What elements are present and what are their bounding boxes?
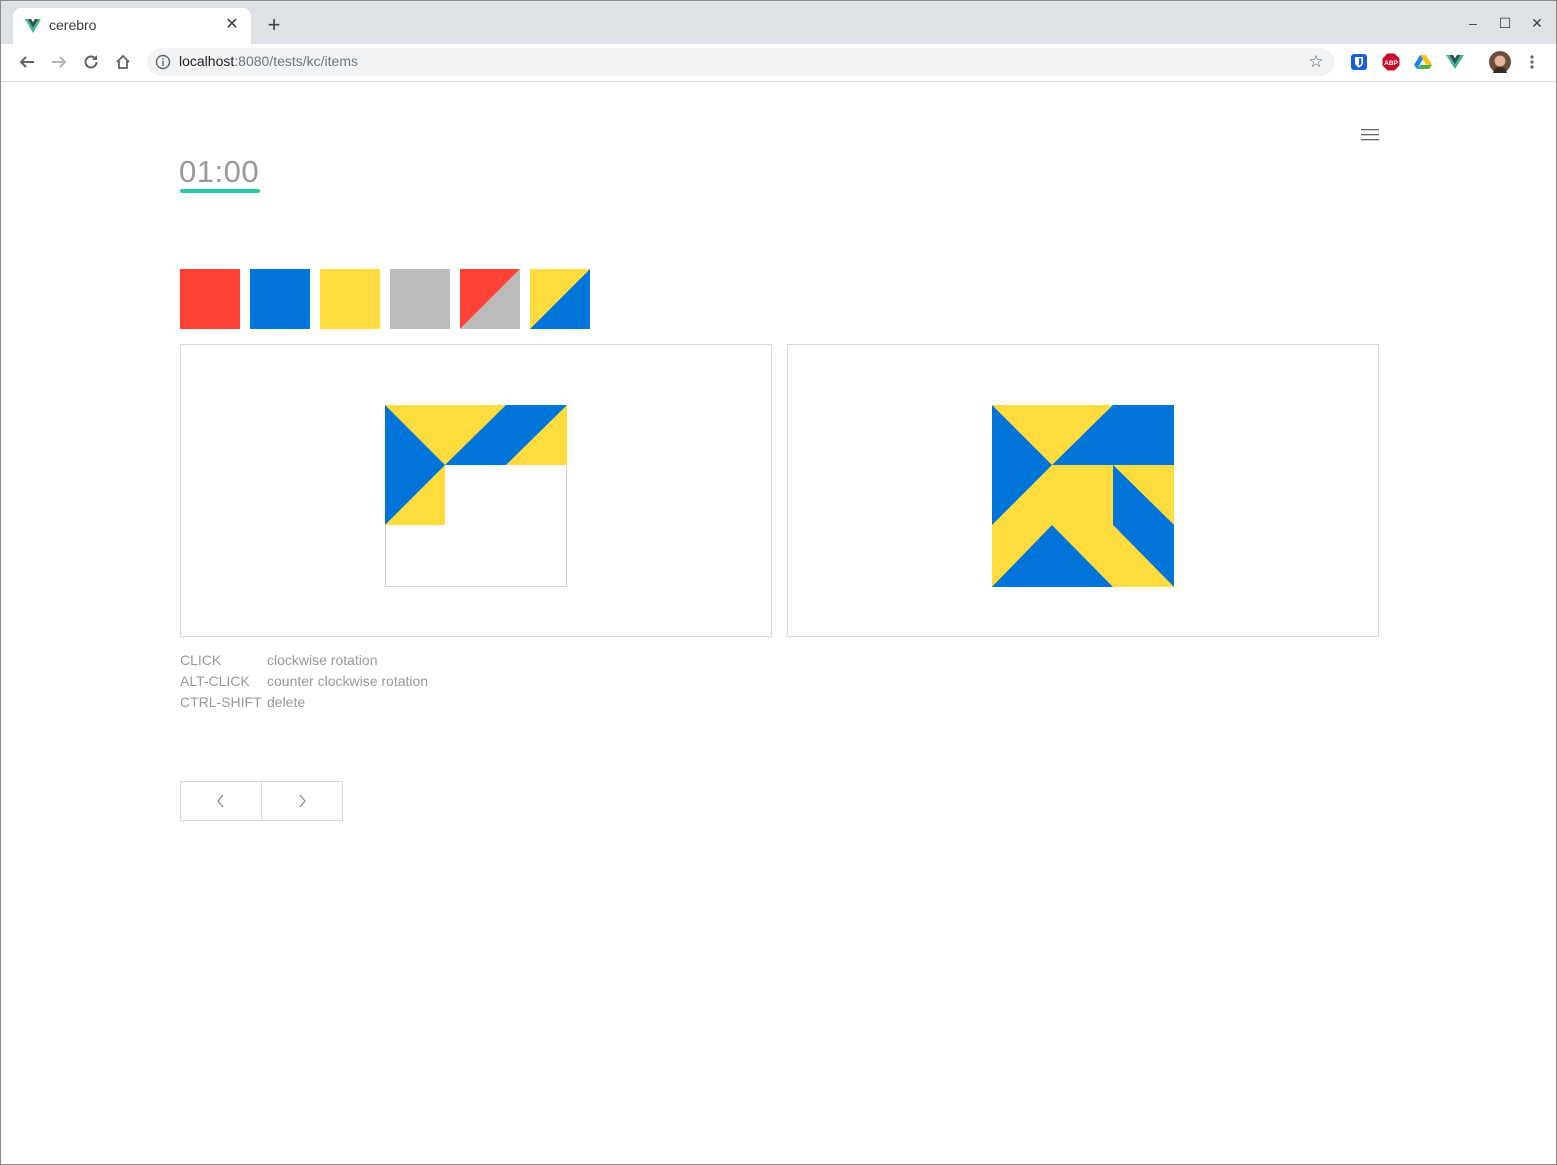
tile-blue[interactable] <box>250 269 310 329</box>
arrow-right-icon <box>52 56 67 68</box>
legend-action: delete <box>267 694 306 710</box>
url-text: localhost:8080/tests/kc/items <box>179 53 358 69</box>
bitwarden-icon[interactable] <box>1350 53 1368 71</box>
tab-bar: cerebro ✕ + – ☐ ✕ <box>1 1 1556 44</box>
controls-legend: CLICK clockwise rotation ALT-CLICK count… <box>180 650 428 713</box>
browser-toolbar: localhost:8080/tests/kc/items ☆ ABP <box>1 44 1556 82</box>
address-bar[interactable]: localhost:8080/tests/kc/items ☆ <box>147 48 1335 76</box>
arrow-left-icon <box>19 56 34 68</box>
countdown-timer: 01:00 <box>179 154 260 189</box>
abp-label: ABP <box>1384 60 1398 67</box>
google-drive-icon[interactable] <box>1414 53 1432 71</box>
timer-underline <box>180 189 260 193</box>
workspace-panel <box>180 344 772 637</box>
target-pattern <box>992 405 1174 587</box>
legend-action: counter clockwise rotation <box>267 673 429 689</box>
profile-avatar-icon[interactable] <box>1489 51 1511 73</box>
legend-row: CLICK clockwise rotation <box>180 650 428 671</box>
pagination <box>180 781 343 821</box>
forward-button[interactable] <box>46 49 72 75</box>
previous-button[interactable] <box>181 782 261 820</box>
next-button[interactable] <box>261 782 342 820</box>
new-tab-button[interactable]: + <box>263 14 285 37</box>
home-icon <box>116 54 130 69</box>
workspace-tile-0-2[interactable] <box>506 405 567 465</box>
adblock-plus-icon[interactable]: ABP <box>1382 53 1400 71</box>
back-button[interactable] <box>14 49 40 75</box>
tab-title: cerebro <box>49 17 97 33</box>
kebab-menu-icon[interactable] <box>1525 52 1539 74</box>
workspace-tile-1-0[interactable] <box>385 465 445 525</box>
tile-palette <box>180 269 590 329</box>
legend-key: CLICK <box>180 652 222 668</box>
tile-red-gray-diagonal[interactable] <box>460 269 520 329</box>
reload-icon <box>84 55 98 69</box>
tile-gray[interactable] <box>390 269 450 329</box>
tile-yellow[interactable] <box>320 269 380 329</box>
page-content: 01:00 CLICK clockwise rotation ALT-CLICK… <box>1 82 1556 1164</box>
legend-row: CTRL-SHIFT delete <box>180 692 428 713</box>
workspace-tile-0-1[interactable] <box>445 405 506 465</box>
info-icon[interactable] <box>155 54 171 70</box>
url-path: :8080/tests/kc/items <box>234 53 358 69</box>
chevron-left-icon <box>217 794 224 808</box>
legend-key: CTRL-SHIFT <box>180 694 262 710</box>
tile-yellow-blue-diagonal[interactable] <box>530 269 590 329</box>
close-window-icon[interactable]: ✕ <box>1527 13 1547 33</box>
maximize-icon[interactable]: ☐ <box>1495 13 1515 33</box>
hamburger-menu-icon[interactable] <box>1361 128 1379 142</box>
target-pattern-panel <box>787 344 1379 637</box>
tile-red[interactable] <box>180 269 240 329</box>
tab-cerebro[interactable]: cerebro ✕ <box>13 8 251 44</box>
workspace-grid[interactable] <box>385 405 567 587</box>
minimize-icon[interactable]: – <box>1463 13 1483 33</box>
url-host: localhost <box>179 53 235 69</box>
close-tab-icon[interactable]: ✕ <box>223 16 241 34</box>
home-button[interactable] <box>110 49 136 75</box>
vue-logo-icon <box>25 19 41 33</box>
vue-devtools-icon[interactable] <box>1446 53 1464 71</box>
legend-key: ALT-CLICK <box>180 673 250 689</box>
legend-row: ALT-CLICK counter clockwise rotation <box>180 671 428 692</box>
legend-action: clockwise rotation <box>267 652 378 668</box>
workspace-tile-0-0[interactable] <box>385 405 445 465</box>
chevron-right-icon <box>299 794 306 808</box>
bookmark-star-icon[interactable]: ☆ <box>1307 53 1325 71</box>
reload-button[interactable] <box>78 49 104 75</box>
browser-window: cerebro ✕ + – ☐ ✕ localhost:8080/tests/k… <box>0 0 1557 1165</box>
